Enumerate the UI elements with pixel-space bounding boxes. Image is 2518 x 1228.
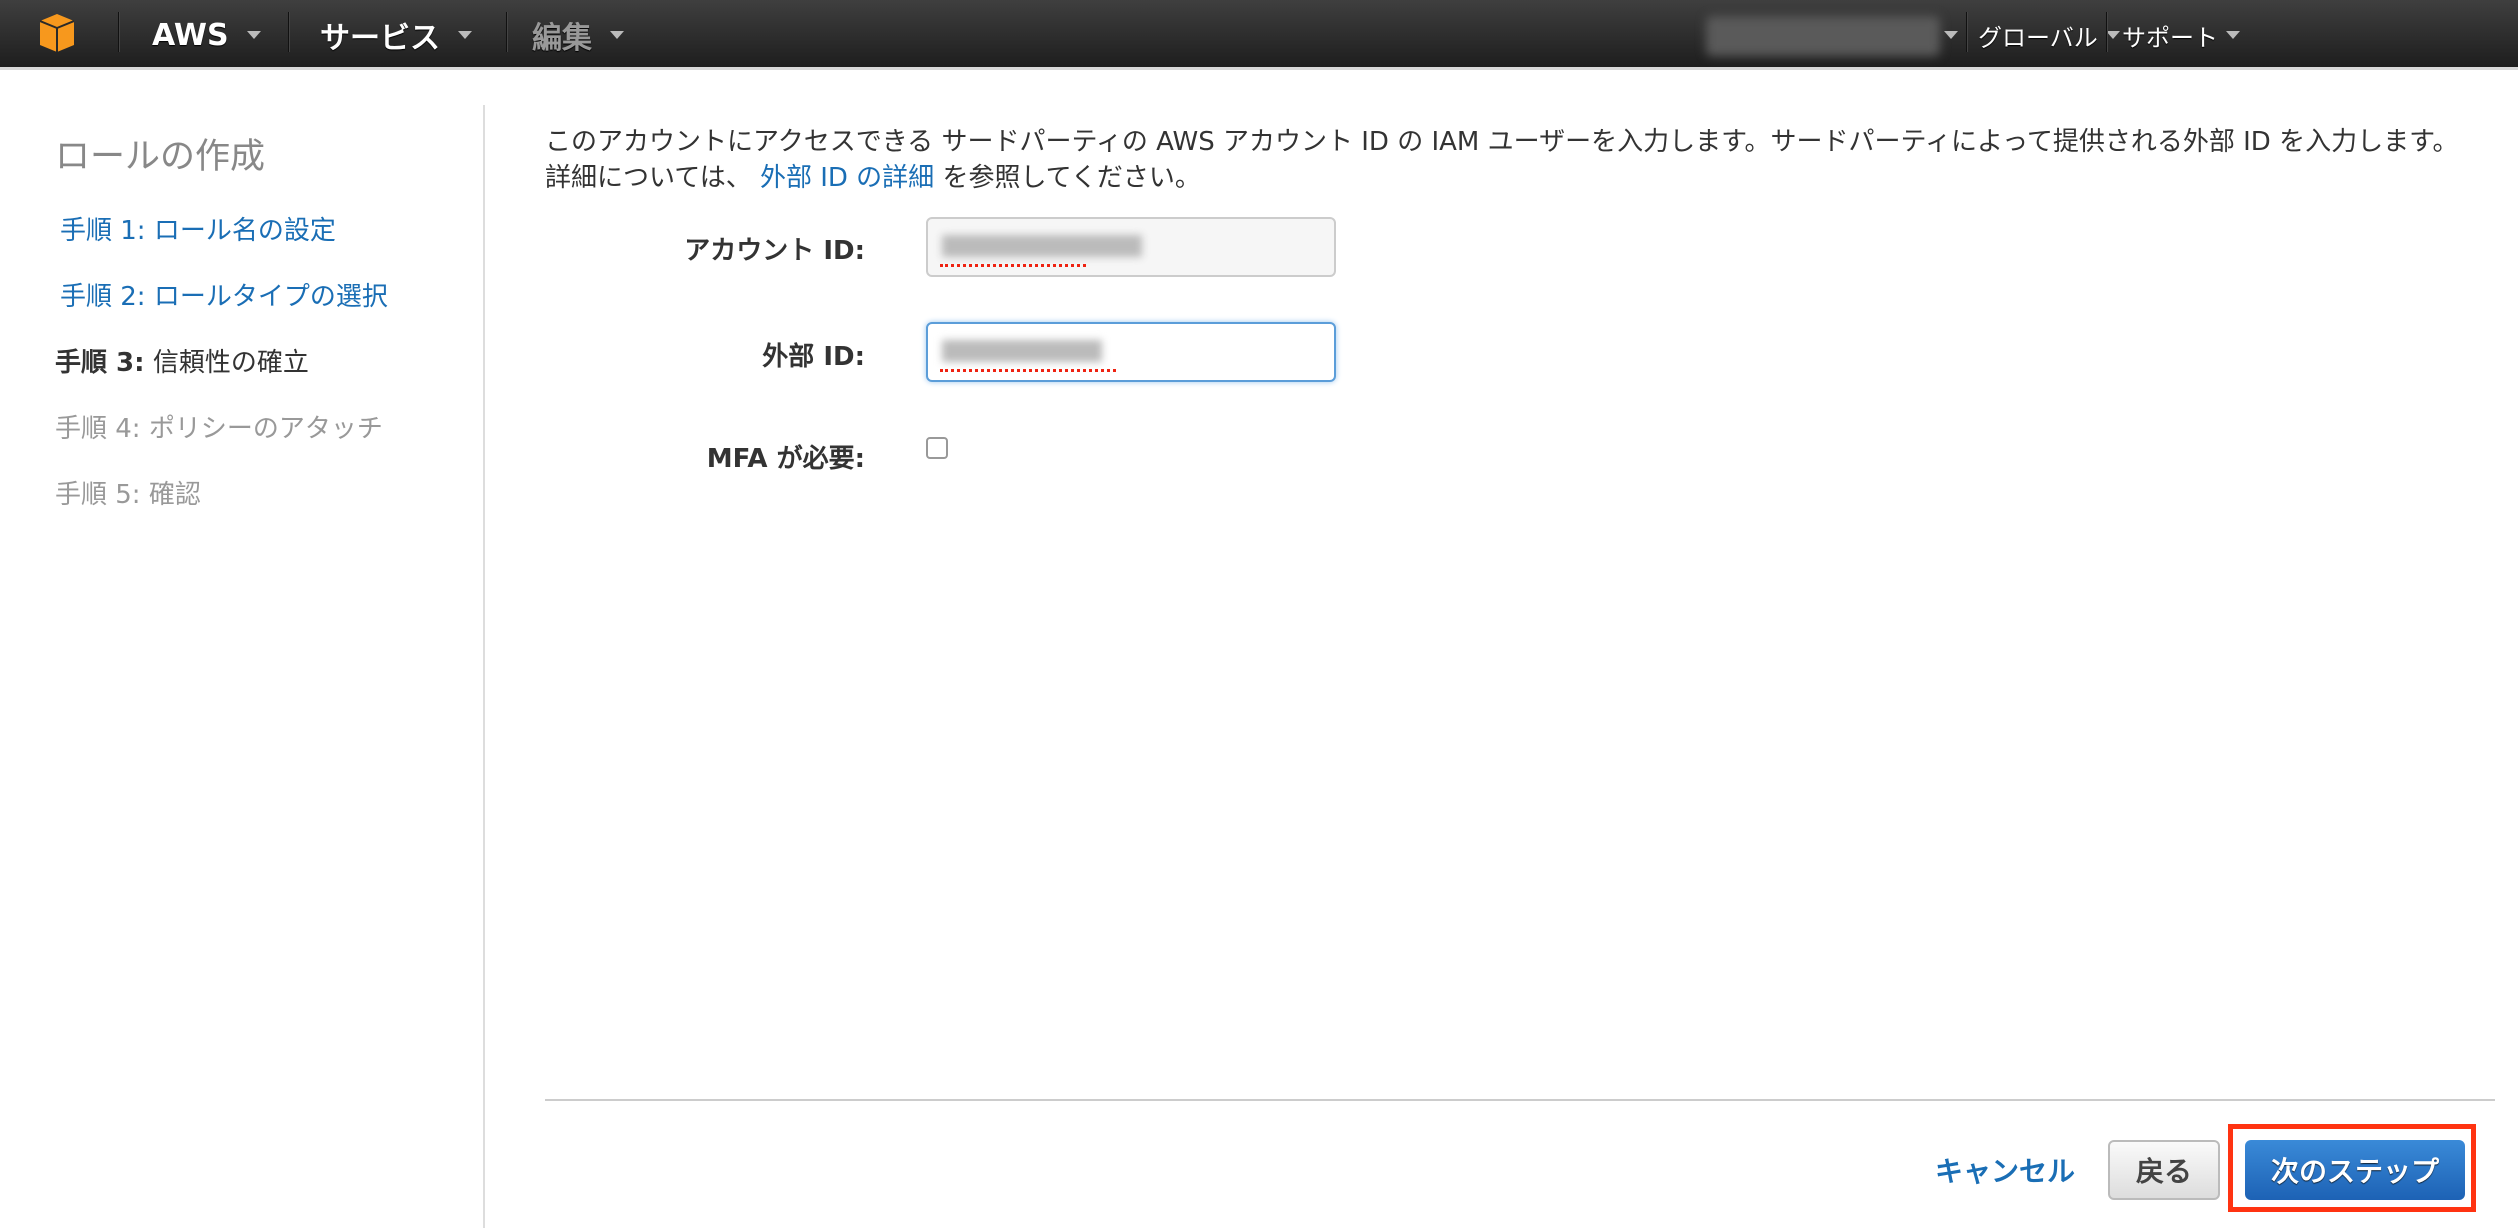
chevron-down-icon: [1944, 31, 1958, 39]
sidebar-title: ロールの作成: [55, 128, 265, 179]
spellcheck-underline: [940, 263, 1086, 267]
step-label: ロールタイプの選択: [154, 282, 388, 312]
step-number: 手順 2:: [60, 282, 146, 312]
external-id-details-link[interactable]: 外部 ID の詳細: [760, 163, 934, 193]
step-number: 手順 1:: [60, 216, 146, 246]
aws-menu-label: AWS: [152, 18, 229, 53]
account-menu-caret[interactable]: [1944, 0, 1958, 70]
region-menu-label: グローバル: [1978, 18, 2098, 53]
step-number: 手順 5:: [55, 480, 141, 510]
account-menu-redacted[interactable]: [1706, 16, 1940, 56]
account-id-input[interactable]: [926, 217, 1336, 277]
chevron-down-icon: [2226, 31, 2240, 39]
cancel-link[interactable]: キャンセル: [1935, 1150, 2075, 1190]
step-label: ポリシーのアタッチ: [149, 414, 383, 444]
sidebar-step-4: 手順 4: ポリシーのアタッチ: [55, 408, 383, 445]
step-label: 確認: [149, 480, 201, 510]
chevron-down-icon: [247, 31, 261, 39]
sidebar-divider: [483, 105, 485, 1228]
external-id-input[interactable]: [926, 322, 1336, 382]
intro-text: このアカウントにアクセスできる サードパーティの AWS アカウント ID の …: [545, 124, 2465, 196]
aws-logo-icon[interactable]: [40, 14, 74, 52]
external-id-label: 外部 ID:: [762, 336, 865, 373]
step-number: 手順 4:: [55, 414, 141, 444]
region-menu[interactable]: グローバル: [1978, 0, 2120, 70]
mfa-required-label: MFA が必要:: [707, 438, 865, 475]
support-menu-label: サポート: [2122, 18, 2218, 53]
support-menu[interactable]: サポート: [2122, 0, 2240, 70]
sidebar-step-2[interactable]: 手順 2: ロールタイプの選択: [60, 276, 388, 313]
services-menu[interactable]: サービス: [320, 0, 472, 70]
redacted-value: [942, 340, 1102, 362]
intro-text-end: を参照してください。: [942, 163, 1200, 193]
sidebar-step-5: 手順 5: 確認: [55, 474, 201, 511]
step-number: 手順 3:: [55, 348, 145, 378]
account-id-label: アカウント ID:: [684, 230, 865, 267]
mfa-required-checkbox[interactable]: [926, 437, 948, 459]
next-step-button[interactable]: 次のステップ: [2245, 1140, 2465, 1200]
aws-menu[interactable]: AWS: [152, 0, 261, 70]
sidebar-step-3: 手順 3: 信頼性の確立: [55, 342, 309, 379]
back-button[interactable]: 戻る: [2108, 1140, 2220, 1200]
top-nav: AWS サービス 編集 グローバル サポート: [0, 0, 2518, 70]
chevron-down-icon: [458, 31, 472, 39]
step-label: 信頼性の確立: [153, 348, 309, 378]
sidebar-step-1[interactable]: 手順 1: ロール名の設定: [60, 210, 336, 247]
step-label: ロール名の設定: [154, 216, 336, 246]
services-menu-label: サービス: [320, 13, 440, 57]
footer-divider: [545, 1099, 2495, 1101]
redacted-value: [942, 235, 1142, 257]
edit-menu[interactable]: 編集: [532, 0, 624, 70]
chevron-down-icon: [610, 31, 624, 39]
spellcheck-underline: [940, 368, 1116, 372]
edit-menu-label: 編集: [532, 13, 592, 57]
